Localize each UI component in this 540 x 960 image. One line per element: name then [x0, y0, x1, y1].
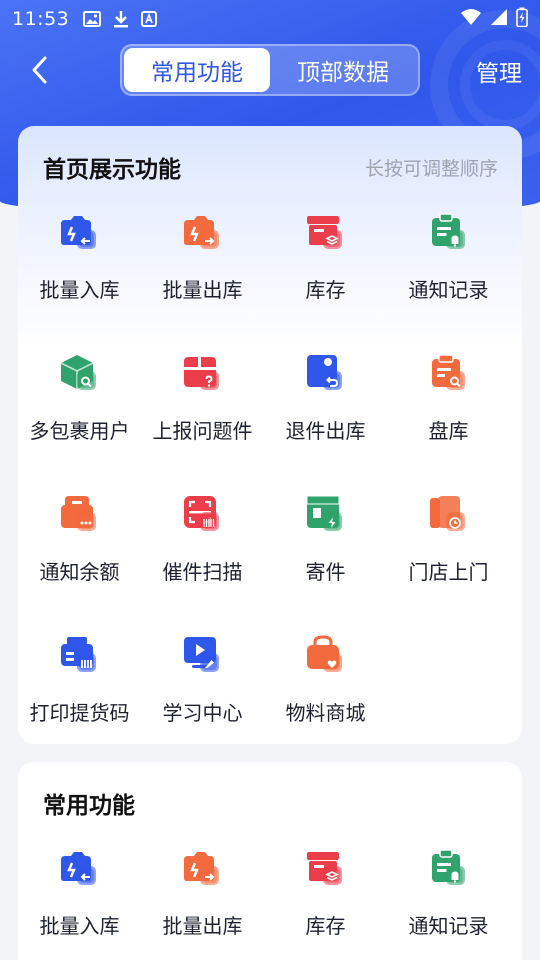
common-function-grid: 批量入库 批量出库 库存 通知记录 [18, 840, 522, 960]
inventory-icon [303, 846, 349, 892]
chevron-left-icon [32, 56, 47, 84]
top-navigation: 常用功能 顶部数据 管理 [0, 42, 540, 98]
function-item[interactable]: 寄件 [264, 486, 387, 627]
status-time: 11:53 [12, 8, 70, 30]
function-label: 催件扫描 [162, 560, 243, 584]
function-item[interactable]: 盘库 [387, 345, 510, 486]
stocktake-icon [426, 351, 472, 397]
function-label: 库存 [305, 278, 346, 302]
function-item[interactable]: 上报问题件 [141, 345, 264, 486]
signal-icon [490, 8, 508, 30]
send-package-icon [303, 492, 349, 538]
section-title: 常用功能 [43, 793, 135, 819]
function-label: 寄件 [305, 560, 346, 584]
batch-in-icon [57, 846, 103, 892]
function-label: 批量出库 [162, 278, 243, 302]
function-item[interactable]: 批量入库 [18, 840, 141, 960]
function-label: 学习中心 [162, 701, 243, 725]
notice-record-icon [426, 846, 472, 892]
function-item[interactable]: 多包裹用户 [18, 345, 141, 486]
notice-balance-icon [57, 492, 103, 538]
tab-top-data[interactable]: 顶部数据 [270, 48, 416, 92]
function-item[interactable]: 学习中心 [141, 627, 264, 744]
battery-icon [516, 7, 528, 31]
return-out-icon [303, 351, 349, 397]
home-display-section: 首页展示功能 长按可调整顺序 批量入库 批量出库 库存 通知记录多包裹用户 上报问题件 退… [18, 126, 522, 744]
manage-button[interactable]: 管理 [476, 54, 522, 88]
download-icon [113, 10, 129, 28]
function-item[interactable]: 催件扫描 [141, 486, 264, 627]
learning-center-icon [180, 633, 226, 679]
wifi-icon [460, 8, 482, 30]
notice-record-icon [426, 210, 472, 256]
section-hint: 长按可调整顺序 [364, 158, 498, 180]
function-item[interactable]: 批量出库 [141, 840, 264, 960]
function-item[interactable]: 打印提货码 [18, 627, 141, 744]
function-label: 物料商城 [285, 701, 366, 725]
function-item[interactable]: 退件出库 [264, 345, 387, 486]
function-label: 通知记录 [408, 278, 489, 302]
status-bar: 11:53 [0, 0, 540, 38]
back-button[interactable] [20, 52, 60, 88]
segment-control: 常用功能 顶部数据 [120, 44, 420, 96]
function-item[interactable]: 通知记录 [387, 204, 510, 345]
home-function-grid: 批量入库 批量出库 库存 通知记录多包裹用户 上报问题件 退件出库 盘库通知余额 催件扫描 寄件… [18, 204, 522, 744]
urge-scan-icon [180, 492, 226, 538]
report-problem-icon [180, 351, 226, 397]
function-label: 批量入库 [39, 278, 120, 302]
function-item[interactable]: 批量出库 [141, 204, 264, 345]
multi-package-icon [57, 351, 103, 397]
function-label: 打印提货码 [29, 701, 130, 725]
function-label: 批量出库 [162, 914, 243, 938]
gallery-icon [83, 11, 102, 27]
function-item[interactable]: 批量入库 [18, 204, 141, 345]
batch-in-icon [57, 210, 103, 256]
function-item[interactable]: 库存 [264, 204, 387, 345]
function-item[interactable]: 库存 [264, 840, 387, 960]
section-title: 首页展示功能 [43, 157, 181, 183]
function-label: 盘库 [428, 419, 469, 443]
store-visit-icon [426, 492, 472, 538]
function-label: 门店上门 [408, 560, 489, 584]
function-label: 通知记录 [408, 914, 489, 938]
function-label: 批量入库 [39, 914, 120, 938]
material-mall-icon [303, 633, 349, 679]
function-item[interactable]: 物料商城 [264, 627, 387, 744]
print-code-icon [57, 633, 103, 679]
tab-common-functions[interactable]: 常用功能 [124, 48, 270, 92]
font-app-icon [141, 11, 158, 27]
function-label: 上报问题件 [152, 419, 253, 443]
function-item[interactable]: 通知记录 [387, 840, 510, 960]
function-label: 库存 [305, 914, 346, 938]
function-label: 多包裹用户 [29, 419, 130, 443]
batch-out-icon [180, 210, 226, 256]
function-item[interactable]: 门店上门 [387, 486, 510, 627]
function-label: 通知余额 [39, 560, 120, 584]
batch-out-icon [180, 846, 226, 892]
inventory-icon [303, 210, 349, 256]
function-item[interactable]: 通知余额 [18, 486, 141, 627]
function-label: 退件出库 [285, 419, 366, 443]
common-functions-section: 常用功能 批量入库 批量出库 库存 通知记录 [18, 762, 522, 960]
